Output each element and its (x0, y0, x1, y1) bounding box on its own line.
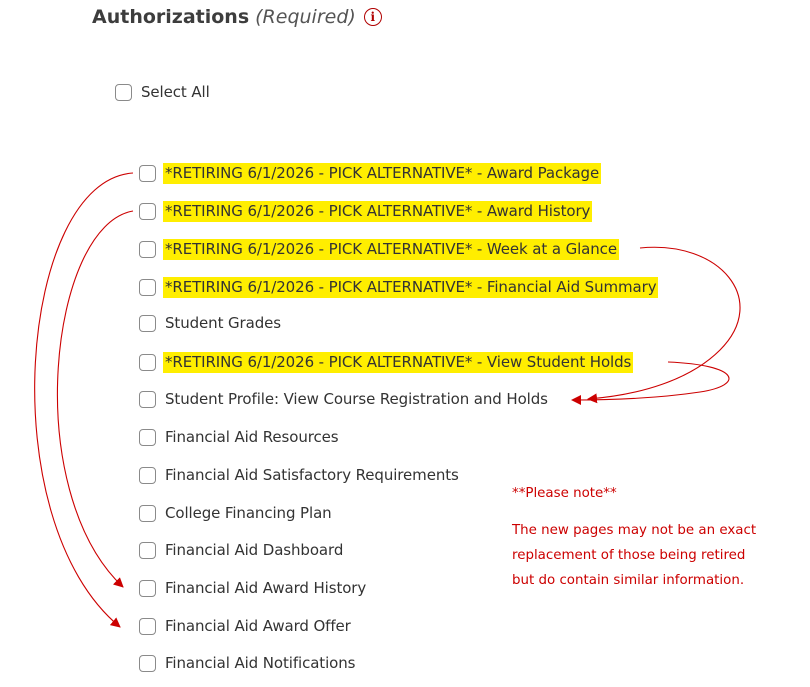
select-all-label: Select All (141, 83, 210, 101)
authorization-checkbox[interactable] (139, 390, 156, 408)
note-heading: **Please note** (512, 486, 617, 501)
authorization-label: *RETIRING 6/1/2026 - PICK ALTERNATIVE* -… (163, 277, 659, 298)
note-line: but do contain similar information. (512, 573, 745, 588)
authorization-label: Financial Aid Award Offer (165, 617, 351, 635)
authorization-item[interactable]: Financial Aid Award History (139, 579, 366, 597)
section-title: Authorizations (92, 6, 250, 28)
note-line: replacement of those being retired (512, 548, 746, 563)
authorization-item[interactable]: Financial Aid Resources (139, 428, 339, 446)
authorization-checkbox[interactable] (139, 428, 156, 446)
section-heading: Authorizations (Required) i (92, 6, 382, 28)
authorization-checkbox[interactable] (139, 466, 156, 484)
authorization-checkbox[interactable] (139, 279, 156, 296)
authorization-label: *RETIRING 6/1/2026 - PICK ALTERNATIVE* -… (163, 239, 619, 260)
authorization-label: Financial Aid Resources (165, 428, 339, 446)
authorization-item[interactable]: Student Grades (139, 314, 281, 332)
week-at-glance-arrow (587, 246, 741, 404)
note-line: The new pages may not be an exact (512, 523, 757, 538)
authorization-label: Student Profile: View Course Registratio… (165, 390, 548, 408)
info-icon[interactable]: i (363, 8, 382, 26)
authorization-label: Financial Aid Satisfactory Requirements (165, 466, 459, 484)
authorization-label: College Financing Plan (165, 504, 332, 522)
authorization-checkbox[interactable] (139, 654, 156, 672)
authorization-checkbox[interactable] (139, 541, 156, 559)
authorization-checkbox[interactable] (139, 203, 156, 220)
authorization-checkbox[interactable] (139, 165, 156, 182)
select-all-checkbox[interactable] (115, 83, 132, 101)
required-label: (Required) (255, 6, 356, 28)
authorization-checkbox[interactable] (139, 314, 156, 332)
authorization-item[interactable]: *RETIRING 6/1/2026 - PICK ALTERNATIVE* -… (139, 352, 634, 373)
authorization-checkbox[interactable] (139, 504, 156, 522)
authorization-label: *RETIRING 6/1/2026 - PICK ALTERNATIVE* -… (163, 352, 634, 373)
authorization-label: Student Grades (165, 314, 281, 332)
authorization-item[interactable]: Financial Aid Dashboard (139, 541, 343, 559)
award-package-arrow (34, 172, 134, 628)
authorization-item[interactable]: Financial Aid Satisfactory Requirements (139, 466, 459, 484)
authorization-item[interactable]: Financial Aid Notifications (139, 654, 355, 672)
authorization-checkbox[interactable] (139, 579, 156, 597)
authorization-checkbox[interactable] (139, 241, 156, 258)
authorization-label: *RETIRING 6/1/2026 - PICK ALTERNATIVE* -… (163, 201, 593, 222)
authorization-item[interactable]: *RETIRING 6/1/2026 - PICK ALTERNATIVE* -… (139, 201, 593, 222)
authorization-label: Financial Aid Dashboard (165, 541, 344, 559)
authorization-checkbox[interactable] (139, 354, 156, 371)
authorization-item[interactable]: College Financing Plan (139, 504, 332, 522)
award-history-arrow (56, 210, 134, 588)
authorization-label: Financial Aid Award History (165, 579, 367, 597)
select-all-option[interactable]: Select All (115, 83, 210, 101)
authorization-item[interactable]: Student Profile: View Course Registratio… (139, 390, 548, 408)
authorization-item[interactable]: *RETIRING 6/1/2026 - PICK ALTERNATIVE* -… (139, 239, 619, 260)
authorization-item[interactable]: *RETIRING 6/1/2026 - PICK ALTERNATIVE* -… (139, 163, 602, 184)
authorization-label: *RETIRING 6/1/2026 - PICK ALTERNATIVE* -… (163, 163, 602, 184)
authorization-checkbox[interactable] (139, 617, 156, 635)
authorization-label: Financial Aid Notifications (165, 654, 356, 672)
authorization-item[interactable]: Financial Aid Award Offer (139, 617, 351, 635)
authorization-item[interactable]: *RETIRING 6/1/2026 - PICK ALTERNATIVE* -… (139, 277, 659, 298)
